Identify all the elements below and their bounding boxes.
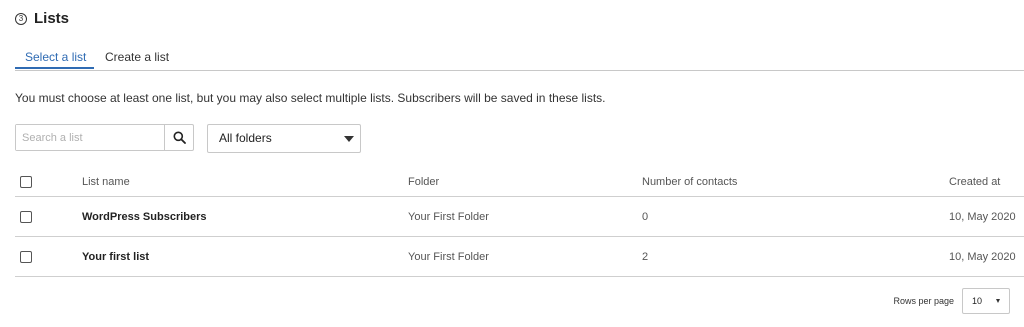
rows-per-page-select[interactable]: 10 [962, 288, 1010, 314]
column-header-created-at: Created at [949, 175, 1001, 188]
lists-table: List name Folder Number of contacts Crea… [15, 167, 1024, 277]
section-title: Lists [34, 10, 70, 27]
list-name[interactable]: Your first list [82, 251, 149, 263]
list-contact-count: 0 [642, 210, 649, 223]
search-box [15, 124, 194, 151]
caret-down-icon [344, 136, 354, 142]
search-icon [173, 131, 186, 144]
intro-text: You must choose at least one list, but y… [15, 91, 606, 105]
column-header-list-name: List name [82, 175, 130, 188]
table-row[interactable]: WordPress Subscribers Your First Folder … [15, 197, 1024, 237]
list-created-date: 10, May 2020 [949, 250, 1016, 263]
caret-down-icon [996, 299, 1000, 303]
table-header-row: List name Folder Number of contacts Crea… [15, 167, 1024, 197]
tab-bar: Select a list Create a list [15, 44, 1024, 71]
rows-per-page-label: Rows per page [893, 296, 954, 306]
list-name[interactable]: WordPress Subscribers [82, 211, 207, 223]
select-all-checkbox[interactable] [20, 175, 32, 188]
section-header: 3 Lists [15, 10, 69, 27]
search-button[interactable] [164, 125, 193, 150]
row-checkbox[interactable] [20, 250, 32, 263]
column-header-folder: Folder [408, 175, 440, 188]
list-created-date: 10, May 2020 [949, 210, 1016, 223]
list-folder: Your First Folder [408, 250, 489, 263]
folder-select[interactable]: All folders [207, 124, 361, 153]
row-checkbox[interactable] [20, 210, 32, 223]
tab-select-a-list[interactable]: Select a list [15, 44, 94, 69]
list-folder: Your First Folder [408, 210, 489, 223]
list-contact-count: 2 [642, 250, 649, 263]
pagination: Rows per page 10 [893, 288, 1010, 314]
column-header-contacts: Number of contacts [642, 175, 738, 188]
step-number-badge: 3 [15, 12, 27, 25]
search-input[interactable] [16, 125, 164, 150]
rows-per-page-value: 10 [972, 296, 983, 306]
tab-create-a-list[interactable]: Create a list [105, 44, 169, 70]
folder-select-value: All folders [219, 131, 272, 145]
table-row[interactable]: Your first list Your First Folder 2 10, … [15, 237, 1024, 277]
